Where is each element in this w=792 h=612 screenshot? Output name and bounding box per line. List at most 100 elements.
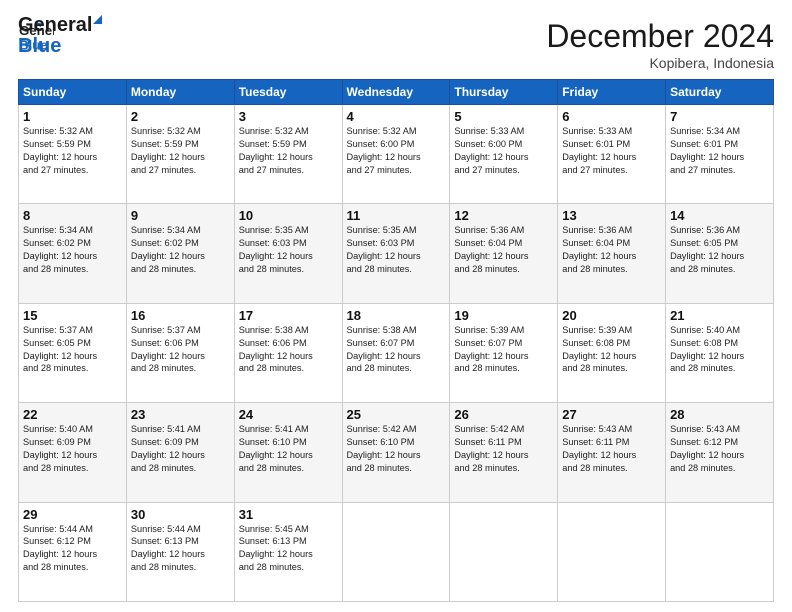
calendar-cell: 4Sunrise: 5:32 AM Sunset: 6:00 PM Daylig… — [342, 105, 450, 204]
calendar-cell: 28Sunrise: 5:43 AM Sunset: 6:12 PM Dayli… — [666, 403, 774, 502]
calendar-table: SundayMondayTuesdayWednesdayThursdayFrid… — [18, 79, 774, 602]
calendar-header-row: SundayMondayTuesdayWednesdayThursdayFrid… — [19, 80, 774, 105]
cell-info: Sunrise: 5:37 AM Sunset: 6:05 PM Dayligh… — [23, 324, 122, 376]
day-number: 9 — [131, 208, 230, 223]
calendar-cell: 5Sunrise: 5:33 AM Sunset: 6:00 PM Daylig… — [450, 105, 558, 204]
day-number: 7 — [670, 109, 769, 124]
calendar-cell: 13Sunrise: 5:36 AM Sunset: 6:04 PM Dayli… — [558, 204, 666, 303]
cell-info: Sunrise: 5:39 AM Sunset: 6:07 PM Dayligh… — [454, 324, 553, 376]
calendar-cell: 21Sunrise: 5:40 AM Sunset: 6:08 PM Dayli… — [666, 303, 774, 402]
day-number: 17 — [239, 308, 338, 323]
cell-info: Sunrise: 5:38 AM Sunset: 6:06 PM Dayligh… — [239, 324, 338, 376]
day-number: 28 — [670, 407, 769, 422]
logo-general: General — [18, 14, 102, 36]
cell-info: Sunrise: 5:39 AM Sunset: 6:08 PM Dayligh… — [562, 324, 661, 376]
calendar-header-friday: Friday — [558, 80, 666, 105]
calendar-week-row: 1Sunrise: 5:32 AM Sunset: 5:59 PM Daylig… — [19, 105, 774, 204]
cell-info: Sunrise: 5:34 AM Sunset: 6:02 PM Dayligh… — [131, 224, 230, 276]
day-number: 26 — [454, 407, 553, 422]
calendar-cell — [450, 502, 558, 601]
calendar-cell: 27Sunrise: 5:43 AM Sunset: 6:11 PM Dayli… — [558, 403, 666, 502]
cell-info: Sunrise: 5:44 AM Sunset: 6:13 PM Dayligh… — [131, 523, 230, 575]
day-number: 11 — [347, 208, 446, 223]
day-number: 21 — [670, 308, 769, 323]
calendar-cell — [342, 502, 450, 601]
calendar-cell — [558, 502, 666, 601]
day-number: 20 — [562, 308, 661, 323]
cell-info: Sunrise: 5:36 AM Sunset: 6:05 PM Dayligh… — [670, 224, 769, 276]
day-number: 24 — [239, 407, 338, 422]
calendar-cell: 7Sunrise: 5:34 AM Sunset: 6:01 PM Daylig… — [666, 105, 774, 204]
cell-info: Sunrise: 5:36 AM Sunset: 6:04 PM Dayligh… — [562, 224, 661, 276]
day-number: 14 — [670, 208, 769, 223]
header: General Blue General Blue December 2024 … — [18, 18, 774, 71]
cell-info: Sunrise: 5:36 AM Sunset: 6:04 PM Dayligh… — [454, 224, 553, 276]
cell-info: Sunrise: 5:32 AM Sunset: 5:59 PM Dayligh… — [23, 125, 122, 177]
day-number: 12 — [454, 208, 553, 223]
cell-info: Sunrise: 5:35 AM Sunset: 6:03 PM Dayligh… — [347, 224, 446, 276]
cell-info: Sunrise: 5:42 AM Sunset: 6:10 PM Dayligh… — [347, 423, 446, 475]
cell-info: Sunrise: 5:43 AM Sunset: 6:11 PM Dayligh… — [562, 423, 661, 475]
calendar-cell: 31Sunrise: 5:45 AM Sunset: 6:13 PM Dayli… — [234, 502, 342, 601]
logo-text-block: General Blue — [18, 14, 102, 56]
cell-info: Sunrise: 5:32 AM Sunset: 6:00 PM Dayligh… — [347, 125, 446, 177]
calendar-cell: 20Sunrise: 5:39 AM Sunset: 6:08 PM Dayli… — [558, 303, 666, 402]
cell-info: Sunrise: 5:42 AM Sunset: 6:11 PM Dayligh… — [454, 423, 553, 475]
calendar-cell: 10Sunrise: 5:35 AM Sunset: 6:03 PM Dayli… — [234, 204, 342, 303]
day-number: 16 — [131, 308, 230, 323]
calendar-cell: 24Sunrise: 5:41 AM Sunset: 6:10 PM Dayli… — [234, 403, 342, 502]
cell-info: Sunrise: 5:40 AM Sunset: 6:08 PM Dayligh… — [670, 324, 769, 376]
cell-info: Sunrise: 5:40 AM Sunset: 6:09 PM Dayligh… — [23, 423, 122, 475]
cell-info: Sunrise: 5:35 AM Sunset: 6:03 PM Dayligh… — [239, 224, 338, 276]
calendar-cell: 25Sunrise: 5:42 AM Sunset: 6:10 PM Dayli… — [342, 403, 450, 502]
day-number: 18 — [347, 308, 446, 323]
day-number: 1 — [23, 109, 122, 124]
cell-info: Sunrise: 5:32 AM Sunset: 5:59 PM Dayligh… — [131, 125, 230, 177]
calendar-cell: 11Sunrise: 5:35 AM Sunset: 6:03 PM Dayli… — [342, 204, 450, 303]
calendar-cell: 1Sunrise: 5:32 AM Sunset: 5:59 PM Daylig… — [19, 105, 127, 204]
calendar-cell: 2Sunrise: 5:32 AM Sunset: 5:59 PM Daylig… — [126, 105, 234, 204]
day-number: 13 — [562, 208, 661, 223]
calendar-cell: 8Sunrise: 5:34 AM Sunset: 6:02 PM Daylig… — [19, 204, 127, 303]
title-area: December 2024 Kopibera, Indonesia — [546, 18, 774, 71]
calendar-cell: 16Sunrise: 5:37 AM Sunset: 6:06 PM Dayli… — [126, 303, 234, 402]
cell-info: Sunrise: 5:44 AM Sunset: 6:12 PM Dayligh… — [23, 523, 122, 575]
day-number: 31 — [239, 507, 338, 522]
calendar-header-tuesday: Tuesday — [234, 80, 342, 105]
cell-info: Sunrise: 5:41 AM Sunset: 6:09 PM Dayligh… — [131, 423, 230, 475]
logo-blue: Blue — [18, 36, 102, 56]
day-number: 6 — [562, 109, 661, 124]
calendar-cell: 9Sunrise: 5:34 AM Sunset: 6:02 PM Daylig… — [126, 204, 234, 303]
cell-info: Sunrise: 5:41 AM Sunset: 6:10 PM Dayligh… — [239, 423, 338, 475]
calendar-cell: 18Sunrise: 5:38 AM Sunset: 6:07 PM Dayli… — [342, 303, 450, 402]
calendar-cell: 12Sunrise: 5:36 AM Sunset: 6:04 PM Dayli… — [450, 204, 558, 303]
cell-info: Sunrise: 5:37 AM Sunset: 6:06 PM Dayligh… — [131, 324, 230, 376]
calendar-header-saturday: Saturday — [666, 80, 774, 105]
day-number: 30 — [131, 507, 230, 522]
day-number: 29 — [23, 507, 122, 522]
calendar-cell: 14Sunrise: 5:36 AM Sunset: 6:05 PM Dayli… — [666, 204, 774, 303]
day-number: 4 — [347, 109, 446, 124]
calendar-week-row: 29Sunrise: 5:44 AM Sunset: 6:12 PM Dayli… — [19, 502, 774, 601]
calendar-cell: 3Sunrise: 5:32 AM Sunset: 5:59 PM Daylig… — [234, 105, 342, 204]
calendar-week-row: 8Sunrise: 5:34 AM Sunset: 6:02 PM Daylig… — [19, 204, 774, 303]
calendar-header-thursday: Thursday — [450, 80, 558, 105]
calendar-cell: 15Sunrise: 5:37 AM Sunset: 6:05 PM Dayli… — [19, 303, 127, 402]
calendar-cell: 30Sunrise: 5:44 AM Sunset: 6:13 PM Dayli… — [126, 502, 234, 601]
day-number: 22 — [23, 407, 122, 422]
cell-info: Sunrise: 5:34 AM Sunset: 6:01 PM Dayligh… — [670, 125, 769, 177]
day-number: 15 — [23, 308, 122, 323]
day-number: 10 — [239, 208, 338, 223]
calendar-cell: 23Sunrise: 5:41 AM Sunset: 6:09 PM Dayli… — [126, 403, 234, 502]
day-number: 2 — [131, 109, 230, 124]
month-title: December 2024 — [546, 18, 774, 55]
calendar-cell: 26Sunrise: 5:42 AM Sunset: 6:11 PM Dayli… — [450, 403, 558, 502]
day-number: 19 — [454, 308, 553, 323]
cell-info: Sunrise: 5:45 AM Sunset: 6:13 PM Dayligh… — [239, 523, 338, 575]
calendar-cell: 19Sunrise: 5:39 AM Sunset: 6:07 PM Dayli… — [450, 303, 558, 402]
calendar-cell: 22Sunrise: 5:40 AM Sunset: 6:09 PM Dayli… — [19, 403, 127, 502]
calendar-week-row: 15Sunrise: 5:37 AM Sunset: 6:05 PM Dayli… — [19, 303, 774, 402]
day-number: 25 — [347, 407, 446, 422]
cell-info: Sunrise: 5:34 AM Sunset: 6:02 PM Dayligh… — [23, 224, 122, 276]
day-number: 8 — [23, 208, 122, 223]
